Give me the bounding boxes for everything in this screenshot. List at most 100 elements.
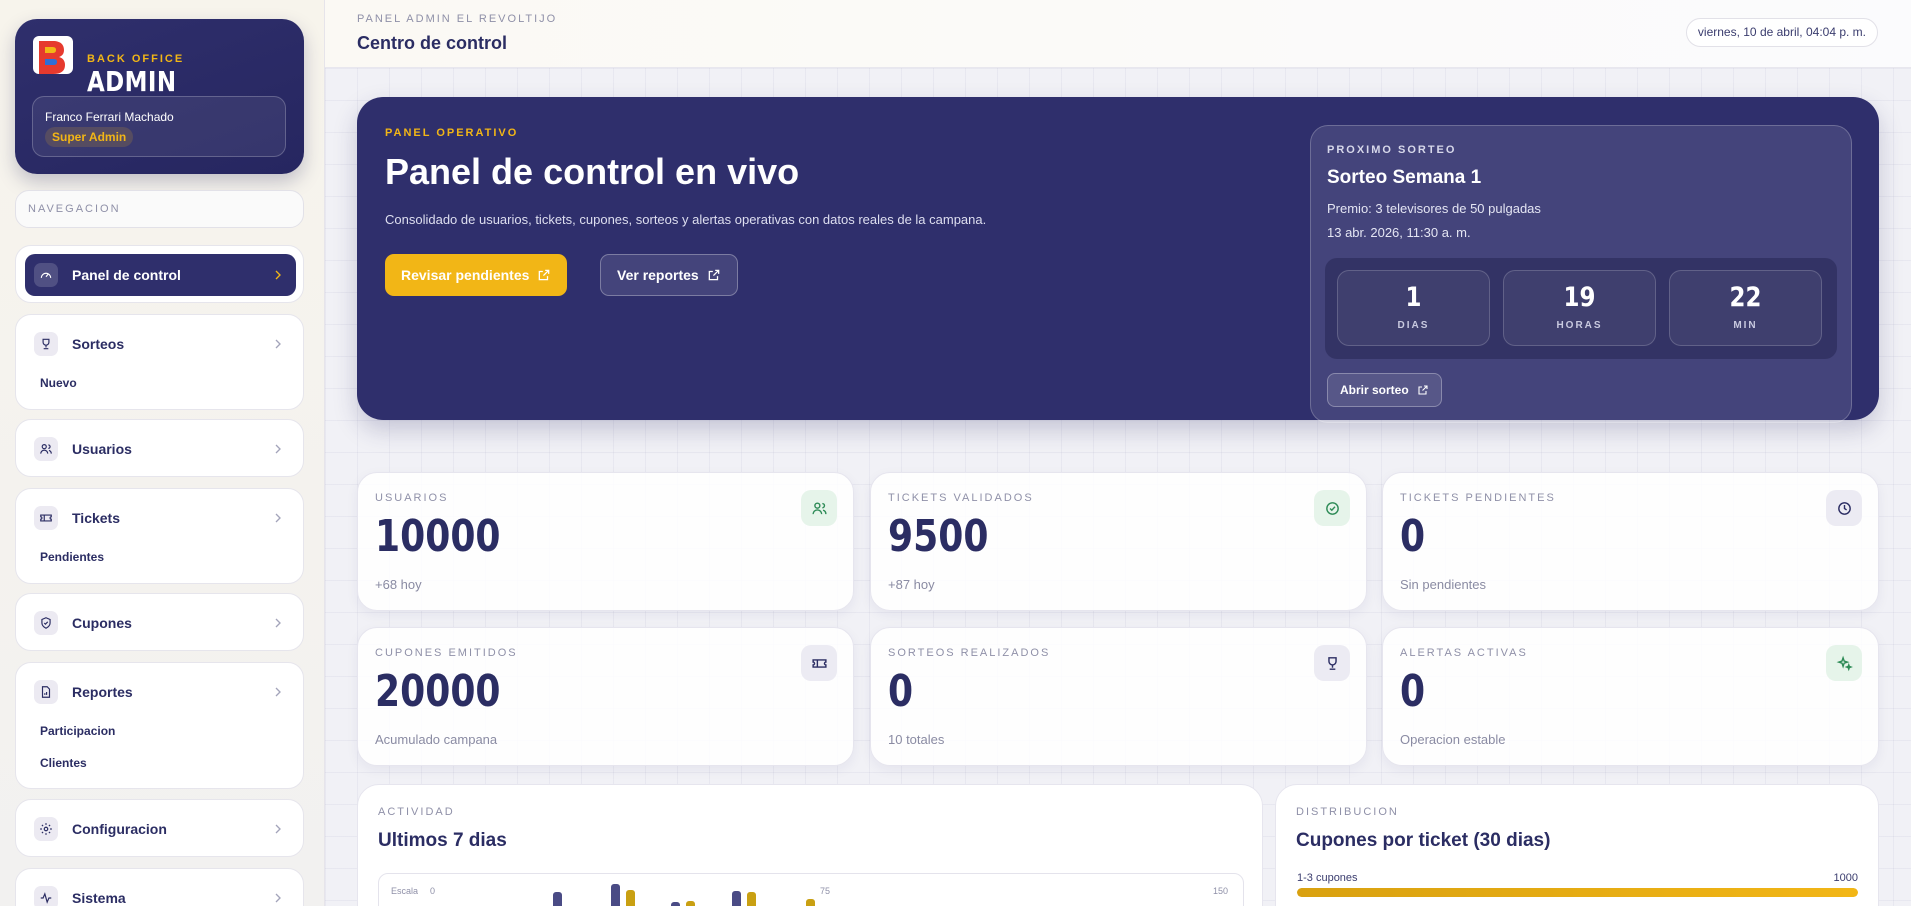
page-title: Centro de control <box>357 33 508 53</box>
user-box[interactable]: Franco Ferrari Machado Super Admin <box>32 96 286 157</box>
countdown-value: 22 <box>1729 282 1762 313</box>
gauge-icon <box>34 263 58 287</box>
sidebar-item-usuarios[interactable]: Usuarios <box>25 428 296 470</box>
sidebar: BACK OFFICE ADMIN Franco Ferrari Machado… <box>0 0 325 906</box>
stat-sub: Sin pendientes <box>1400 577 1487 592</box>
activity-panel: ACTIVIDAD Ultimos 7 dias Escala 0 75 150 <box>357 784 1263 906</box>
stat-card-tickets-pendientes[interactable]: TICKETS PENDIENTES 0 Sin pendientes <box>1382 472 1879 611</box>
chevron-right-icon <box>270 441 286 457</box>
sidebar-subitem-participacion[interactable]: Participacion <box>40 724 115 738</box>
sidebar-item-panel-de-control[interactable]: Panel de control <box>25 254 296 296</box>
stat-card-cupones-emitidos[interactable]: CUPONES EMITIDOS 20000 Acumulado campana <box>357 627 854 766</box>
users-icon <box>801 490 837 526</box>
external-link-icon <box>537 268 551 282</box>
external-link-icon <box>1417 384 1429 396</box>
review-pending-button[interactable]: Revisar pendientes <box>385 254 568 296</box>
stat-label: USUARIOS <box>375 492 449 504</box>
sidebar-item-label: Configuracion <box>72 821 167 837</box>
stat-sub: Acumulado campana <box>375 732 498 747</box>
nav-group-cupones: Cupones <box>15 593 304 651</box>
hero-description: Consolidado de usuarios, tickets, cupone… <box>385 212 987 227</box>
countdown-label: DIAS <box>1397 320 1430 331</box>
sidebar-item-reportes[interactable]: Reportes <box>25 671 296 713</box>
activity-kicker: ACTIVIDAD <box>378 806 455 818</box>
stat-card-sorteos-realizados[interactable]: SORTEOS REALIZADOS 0 10 totales <box>870 627 1367 766</box>
stat-card-alertas-activas[interactable]: ALERTAS ACTIVAS 0 Operacion estable <box>1382 627 1879 766</box>
shield-icon <box>34 611 58 635</box>
nav-group-sistema: Sistema <box>15 868 304 906</box>
chevron-right-icon <box>270 267 286 283</box>
sidebar-item-label: Tickets <box>72 510 120 526</box>
sidebar-item-sorteos[interactable]: Sorteos <box>25 323 296 365</box>
sidebar-item-tickets[interactable]: Tickets <box>25 497 296 539</box>
distribution-bar-fill <box>1297 888 1858 897</box>
chart-bar <box>732 891 741 906</box>
stat-card-tickets-validados[interactable]: TICKETS VALIDADOS 9500 +87 hoy <box>870 472 1367 611</box>
sidebar-item-label: Sistema <box>72 890 126 906</box>
brand-logo[interactable] <box>31 33 75 77</box>
distribution-row-label: 1-3 cupones <box>1297 872 1358 884</box>
activity-bars <box>553 884 815 906</box>
stat-value: 20000 <box>375 666 501 717</box>
sidebar-subitem-nuevo[interactable]: Nuevo <box>40 376 77 390</box>
sidebar-item-sistema[interactable]: Sistema <box>25 877 296 906</box>
activity-icon <box>34 886 58 906</box>
countdown-hours: 19 HORAS <box>1503 270 1656 346</box>
open-draw-button[interactable]: Abrir sorteo <box>1327 373 1442 407</box>
chevron-right-icon <box>270 890 286 906</box>
user-role-badge: Super Admin <box>45 127 134 147</box>
stat-label: TICKETS VALIDADOS <box>888 492 1034 504</box>
distribution-kicker: DISTRIBUCION <box>1296 806 1399 818</box>
stat-card-usuarios[interactable]: USUARIOS 10000 +68 hoy <box>357 472 854 611</box>
hero-title: Panel de control en vivo <box>385 151 800 192</box>
activity-title: Ultimos 7 dias <box>378 830 507 851</box>
chevron-right-icon <box>270 684 286 700</box>
nav-group-tickets: Tickets Pendientes <box>15 488 304 584</box>
trophy-icon <box>34 332 58 356</box>
chart-bar <box>626 890 635 906</box>
chart-bar <box>553 892 562 906</box>
user-name: Franco Ferrari Machado <box>45 110 174 124</box>
nav-group-usuarios: Usuarios <box>15 419 304 477</box>
ticket-icon <box>34 506 58 530</box>
countdown-label: HORAS <box>1556 320 1603 331</box>
button-label: Revisar pendientes <box>401 267 530 283</box>
nav-group-reportes: Reportes Participacion Clientes <box>15 662 304 789</box>
brand-card: BACK OFFICE ADMIN Franco Ferrari Machado… <box>15 19 304 174</box>
stat-sub: +68 hoy <box>375 577 422 592</box>
distribution-bar <box>1297 888 1858 897</box>
distribution-panel: DISTRIBUCION Cupones por ticket (30 dias… <box>1275 784 1879 906</box>
stat-value: 0 <box>888 666 914 717</box>
sidebar-item-cupones[interactable]: Cupones <box>25 602 296 644</box>
stat-value: 9500 <box>888 511 989 562</box>
view-reports-button[interactable]: Ver reportes <box>600 254 738 296</box>
file-chart-icon <box>34 680 58 704</box>
countdown-label: MIN <box>1733 320 1758 331</box>
next-draw-kicker: PROXIMO SORTEO <box>1327 144 1457 156</box>
distribution-row-value: 1000 <box>1833 872 1858 884</box>
sidebar-item-label: Usuarios <box>72 441 132 457</box>
chart-bar <box>686 901 695 906</box>
external-link-icon <box>707 268 721 282</box>
sidebar-item-configuracion[interactable]: Configuracion <box>25 808 296 850</box>
stat-sub: 10 totales <box>888 732 945 747</box>
countdown-days: 1 DIAS <box>1337 270 1490 346</box>
next-draw-date: 13 abr. 2026, 11:30 a. m. <box>1327 225 1471 240</box>
sidebar-subitem-pendientes[interactable]: Pendientes <box>40 550 104 564</box>
countdown-value: 19 <box>1563 282 1596 313</box>
chart-bar <box>611 884 620 906</box>
chevron-right-icon <box>270 336 286 352</box>
stat-value: 0 <box>1400 666 1426 717</box>
stat-value: 10000 <box>375 511 501 562</box>
clock-icon <box>1826 490 1862 526</box>
chart-bar <box>806 899 815 906</box>
nav-group-configuracion: Configuracion <box>15 799 304 857</box>
chart-bar <box>671 902 680 906</box>
nav-group-sorteos: Sorteos Nuevo <box>15 314 304 410</box>
sidebar-subitem-clientes[interactable]: Clientes <box>40 756 87 770</box>
nav-group-panel: Panel de control <box>15 245 304 303</box>
stat-label: TICKETS PENDIENTES <box>1400 492 1556 504</box>
date-badge: viernes, 10 de abril, 04:04 p. m. <box>1685 18 1878 47</box>
sparkle-icon <box>1826 645 1862 681</box>
stat-label: SORTEOS REALIZADOS <box>888 647 1051 659</box>
